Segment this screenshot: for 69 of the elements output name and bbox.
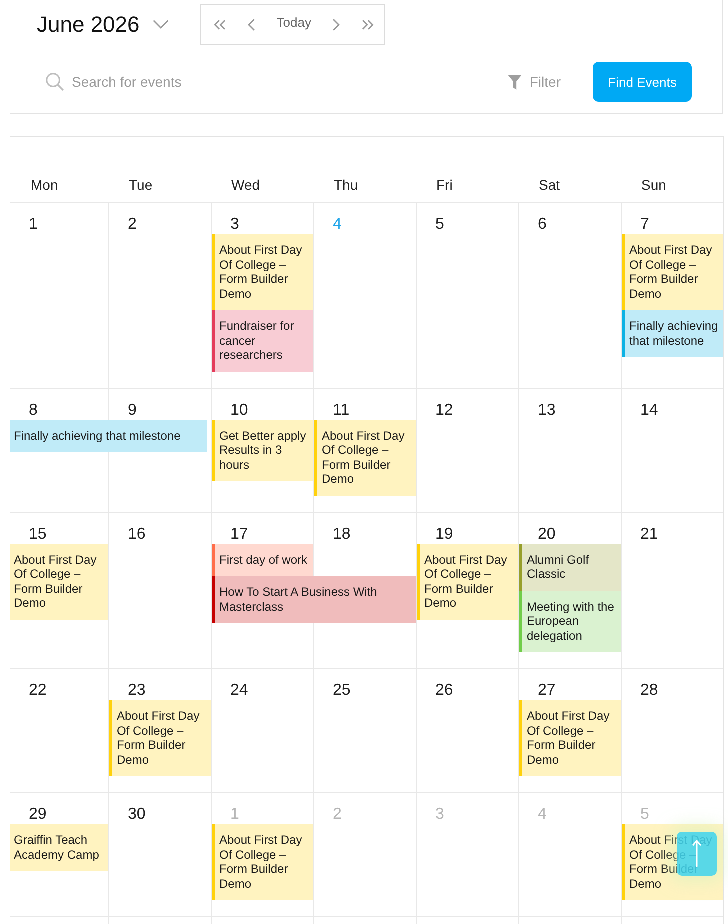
day-number: 25	[333, 681, 351, 700]
weekday-label: Wed	[232, 177, 260, 194]
day-number: 3	[230, 215, 240, 234]
calendar-event[interactable]: About First Day Of College – Form Builder Demo	[212, 234, 313, 310]
day-number: 3	[436, 805, 444, 824]
day-number: 8	[29, 400, 38, 420]
calendar-event[interactable]: Finally achieving that milestone	[622, 310, 723, 357]
day-number: 9	[128, 400, 137, 420]
weekday-label: Mon	[31, 177, 58, 194]
calendar-event[interactable]: About First Day Of College – Form Builder Demo	[622, 234, 723, 310]
day-number: 4	[538, 805, 547, 824]
day-number: 18	[333, 524, 351, 544]
day-number: 13	[538, 400, 556, 420]
day-number: 6	[538, 215, 547, 234]
day-number: 2	[333, 805, 342, 824]
double-chevron-right-icon	[362, 20, 374, 30]
calendar-event[interactable]: First day of work	[212, 544, 313, 576]
day-number: 30	[128, 805, 146, 824]
calendar-event[interactable]: About First Day Of College – Form Builder Demo	[212, 824, 313, 900]
chevron-left-icon	[248, 18, 255, 30]
month-dropdown[interactable]: June 2026	[37, 10, 169, 38]
calendar-event[interactable]: About First Day Of College – Form Builder Demo	[416, 544, 518, 620]
weekday-label: Fri	[436, 177, 453, 194]
day-number: 1	[230, 805, 240, 824]
day-number: 27	[538, 681, 556, 700]
calendar-event[interactable]: About First Day Of College – Form Builder Demo	[109, 700, 210, 776]
weekday-label: Thu	[334, 177, 358, 194]
chevron-down-icon	[152, 20, 169, 29]
day-number: 4	[333, 215, 342, 234]
calendar-event[interactable]: Finally achieving that milestone	[10, 420, 207, 452]
weekday-label: Sat	[539, 177, 560, 194]
calendar-event[interactable]: How To Start A Business With Masterclass	[212, 576, 416, 623]
day-number: 22	[29, 681, 47, 700]
day-number: 24	[230, 681, 248, 700]
day-number: 28	[640, 681, 658, 700]
calendar-event[interactable]: Alumni Golf Classic	[519, 544, 620, 590]
day-number: 12	[436, 400, 454, 420]
calendar-event[interactable]: About First Day Of College – Form Builder Demo	[519, 700, 620, 776]
chevron-right-icon	[333, 18, 340, 30]
day-number: 19	[436, 524, 454, 544]
day-number: 11	[333, 400, 350, 420]
day-number: 29	[29, 805, 47, 824]
day-number: 20	[538, 524, 556, 544]
day-number: 2	[128, 215, 137, 234]
day-number: 23	[128, 681, 146, 700]
day-number: 1	[29, 215, 38, 234]
calendar-event[interactable]: Get Better apply Results in 3 hours	[212, 420, 313, 481]
search-icon	[46, 73, 64, 91]
day-number: 14	[640, 400, 658, 420]
calendar-event[interactable]: Graiffin Teach Academy Camp	[10, 824, 108, 871]
calendar-event[interactable]: Fundraiser for cancer researchers	[212, 310, 313, 372]
day-number: 5	[436, 215, 444, 234]
double-chevron-left-icon	[214, 20, 226, 30]
day-number: 5	[640, 805, 650, 824]
day-number: 26	[436, 681, 454, 700]
day-number: 15	[29, 524, 47, 544]
weekday-label: Tue	[129, 177, 153, 194]
day-number: 21	[640, 524, 658, 544]
day-number: 17	[230, 524, 248, 544]
weekday-label: Sun	[642, 177, 666, 194]
filter-icon	[508, 74, 522, 90]
search-field[interactable]: Search for events	[72, 71, 488, 93]
day-number: 10	[230, 400, 248, 420]
day-number: 16	[128, 524, 146, 544]
calendar-event[interactable]: Meeting with the European delegation	[519, 590, 620, 652]
calendar-event[interactable]: About First Day Of College – Form Builder Demo	[314, 420, 416, 496]
today-button[interactable]: Today	[272, 10, 316, 38]
calendar-event[interactable]: About First Day Of College – Form Builder Demo	[10, 544, 108, 620]
day-number: 7	[640, 215, 650, 234]
